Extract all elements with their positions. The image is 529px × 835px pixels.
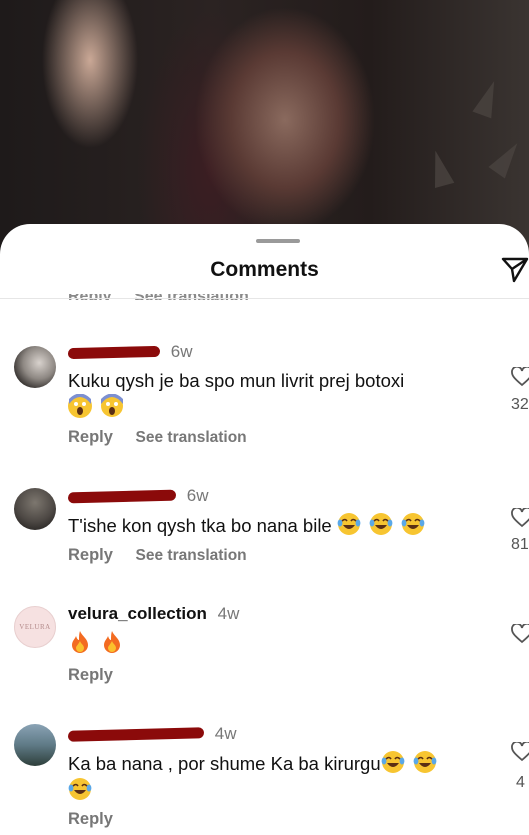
comment-header: 6w xyxy=(67,342,193,362)
background-decoration xyxy=(488,137,526,179)
background-photo xyxy=(0,0,529,260)
reply-button[interactable]: Reply xyxy=(68,546,113,564)
face-with-tears-of-joy-icon xyxy=(401,512,425,536)
reply-button[interactable]: Reply xyxy=(68,810,113,828)
share-icon[interactable] xyxy=(500,256,529,284)
header-divider xyxy=(0,298,529,299)
avatar[interactable] xyxy=(14,488,56,530)
comment-text-block: T'ishe kon qysh tka bo nana bile xyxy=(68,512,488,539)
face-with-tears-of-joy-icon xyxy=(381,750,405,774)
comment-header: velura_collection 4w xyxy=(68,604,239,624)
redacted-username xyxy=(67,489,177,504)
reply-button[interactable]: Reply xyxy=(68,428,113,446)
comment-header: 4w xyxy=(67,724,237,744)
face-with-tears-of-joy-icon xyxy=(68,777,92,801)
redacted-username xyxy=(67,345,161,360)
heart-icon[interactable] xyxy=(511,624,529,644)
comment-actions: Reply xyxy=(68,810,113,829)
avatar[interactable] xyxy=(14,346,56,388)
face-with-tears-of-joy-icon xyxy=(337,512,361,536)
reply-button[interactable]: Reply xyxy=(68,666,113,684)
comment-username[interactable]: velura_collection xyxy=(68,604,207,623)
face-screaming-in-fear-icon xyxy=(68,393,92,418)
avatar[interactable]: VELURA xyxy=(14,606,56,648)
fire-icon xyxy=(68,630,92,654)
heart-icon[interactable] xyxy=(511,367,529,387)
like-count: 32 xyxy=(511,396,529,413)
comment-actions: Reply See translation xyxy=(68,546,247,565)
redacted-username xyxy=(67,727,205,742)
background-decoration xyxy=(425,148,455,188)
comment-text-block: Ka ba nana , por shume Ka ba kirurgu xyxy=(68,750,488,804)
background-decoration xyxy=(472,77,504,119)
avatar-logo-text: VELURA xyxy=(19,623,51,631)
face-screaming-in-fear-icon xyxy=(100,393,124,418)
see-translation-button[interactable]: See translation xyxy=(136,547,247,564)
comment-actions: Reply xyxy=(68,666,113,685)
heart-icon[interactable] xyxy=(511,508,529,528)
comment-time: 6w xyxy=(170,342,193,361)
face-with-tears-of-joy-icon xyxy=(413,750,437,774)
comment-text-block xyxy=(68,630,488,657)
comment-time: 4w xyxy=(214,724,237,743)
see-translation-button[interactable]: See translation xyxy=(136,429,247,446)
heart-icon[interactable] xyxy=(511,742,529,762)
like-count: 4 xyxy=(516,774,525,791)
avatar[interactable] xyxy=(14,724,56,766)
comment-time: 6w xyxy=(186,486,209,505)
like-count: 81 xyxy=(511,536,529,553)
comment-text: Kuku qysh je ba spo mun livrit prej boto… xyxy=(68,370,405,391)
comment-text: T'ishe kon qysh tka bo nana bile xyxy=(68,515,332,536)
comment-text: Ka ba nana , por shume Ka ba kirurgu xyxy=(68,753,381,774)
sheet-title: Comments xyxy=(210,258,319,281)
comment-actions: Reply See translation xyxy=(68,428,247,447)
comment-time: 4w xyxy=(217,604,240,623)
comment-text-block: Kuku qysh je ba spo mun livrit prej boto… xyxy=(68,368,488,421)
comment-header: 6w xyxy=(67,486,209,506)
comments-sheet: Comments Reply See translation 6w Kuku q… xyxy=(0,224,529,835)
fire-icon xyxy=(100,630,124,654)
face-with-tears-of-joy-icon xyxy=(369,512,393,536)
drag-handle[interactable] xyxy=(256,239,300,243)
